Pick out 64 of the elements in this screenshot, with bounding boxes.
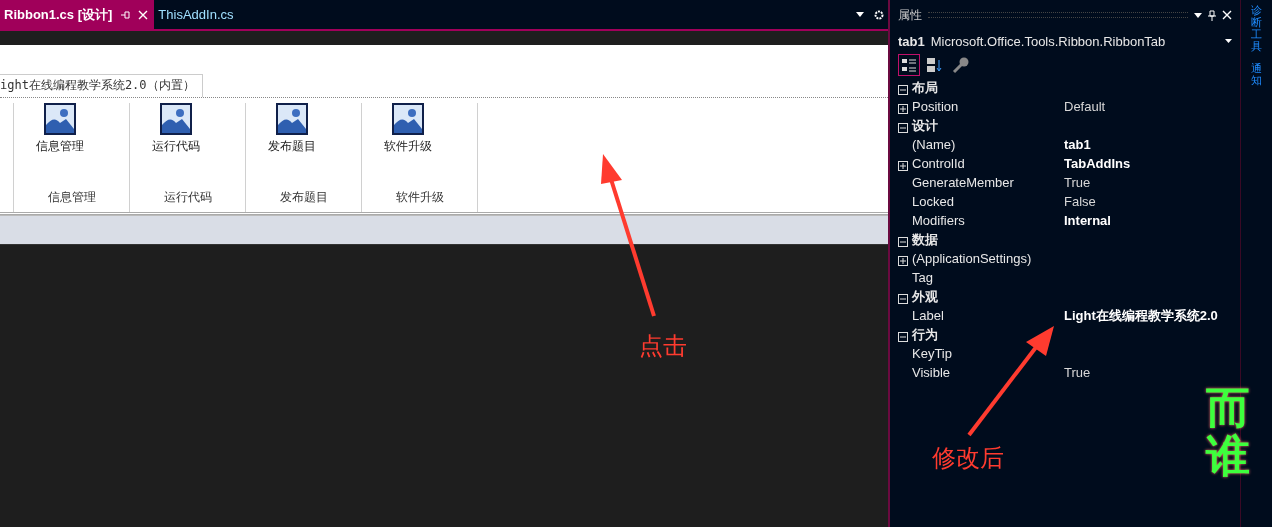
wrench-icon [952,56,970,74]
property-value[interactable]: Default [1064,99,1106,114]
sort-icon [926,57,944,73]
group-label: 运行代码 [163,189,212,206]
dropdown-icon[interactable] [1225,39,1232,43]
property-name[interactable]: (Name) [912,137,1064,152]
overlay-lyric: 而谁 [1206,384,1250,481]
group-label: 信息管理 [47,189,96,206]
group-label: 软件升级 [395,189,444,206]
collapse-icon[interactable] [898,291,908,302]
category-header: 设计 [912,116,938,135]
side-tab[interactable]: 诊断工具 [1251,4,1262,53]
collapse-icon[interactable] [898,234,908,245]
category-header: 布局 [912,78,938,97]
ribbon-button[interactable]: 信息管理 [35,102,84,155]
property-name[interactable]: ControlId [912,156,1064,171]
collapse-icon[interactable] [898,82,908,93]
close-icon[interactable] [1222,10,1232,20]
property-name[interactable]: Position [912,99,1064,114]
object-name: tab1 [898,33,925,49]
property-name[interactable]: KeyTip [912,346,1064,361]
image-icon [159,102,192,135]
property-name[interactable]: Label [912,308,1064,323]
image-icon [391,102,424,135]
category-header: 行为 [912,325,938,344]
property-value[interactable]: Light在线编程教学系统2.0 [1064,306,1218,325]
property-name[interactable]: Locked [912,194,1064,209]
collapse-icon[interactable] [898,120,908,131]
property-value[interactable]: True [1064,175,1091,190]
object-type: Microsoft.Office.Tools.Ribbon.RibbonTab [930,33,1167,49]
property-name[interactable]: GenerateMember [912,175,1064,190]
property-value[interactable]: Internal [1064,213,1111,228]
dropdown-icon[interactable] [1194,12,1202,18]
pin-icon[interactable] [1208,9,1216,21]
ribbon-button[interactable]: 发布题目 [267,102,316,155]
close-icon[interactable] [138,9,149,20]
ribbon-button[interactable]: 运行代码 [151,102,200,155]
image-icon [43,102,76,135]
expand-icon[interactable] [898,158,908,169]
property-name[interactable]: Modifiers [912,213,1064,228]
editor-tab[interactable]: Ribbon1.cs [设计] [0,0,155,29]
ribbon-tab[interactable]: ight在线编程教学系统2.0（内置） [0,74,203,97]
ribbon-button[interactable]: 软件升级 [383,102,432,155]
property-name[interactable]: Visible [912,365,1064,380]
property-value[interactable]: TabAddIns [1064,156,1131,171]
editor-tab[interactable]: ThisAddIn.cs [154,0,240,29]
property-value[interactable]: False [1064,194,1096,209]
category-header: 数据 [912,230,938,249]
image-icon [275,102,308,135]
annotation-text: 修改后 [932,443,1004,473]
toolbar-button[interactable] [898,54,920,76]
panel-title: 属性 [898,6,922,24]
property-value[interactable]: tab1 [1064,137,1091,152]
collapse-icon[interactable] [898,329,908,340]
property-name[interactable]: (ApplicationSettings) [912,251,1064,266]
property-name[interactable]: Tag [912,270,1064,285]
property-value[interactable]: True [1064,365,1091,380]
side-tab[interactable]: 通知 [1251,62,1262,87]
group-label: 发布题目 [279,189,328,206]
expand-icon[interactable] [898,253,908,264]
categorized-icon [901,57,917,73]
expand-icon[interactable] [898,101,908,112]
annotation-text: 点击 [639,331,687,361]
category-header: 外观 [912,287,938,306]
